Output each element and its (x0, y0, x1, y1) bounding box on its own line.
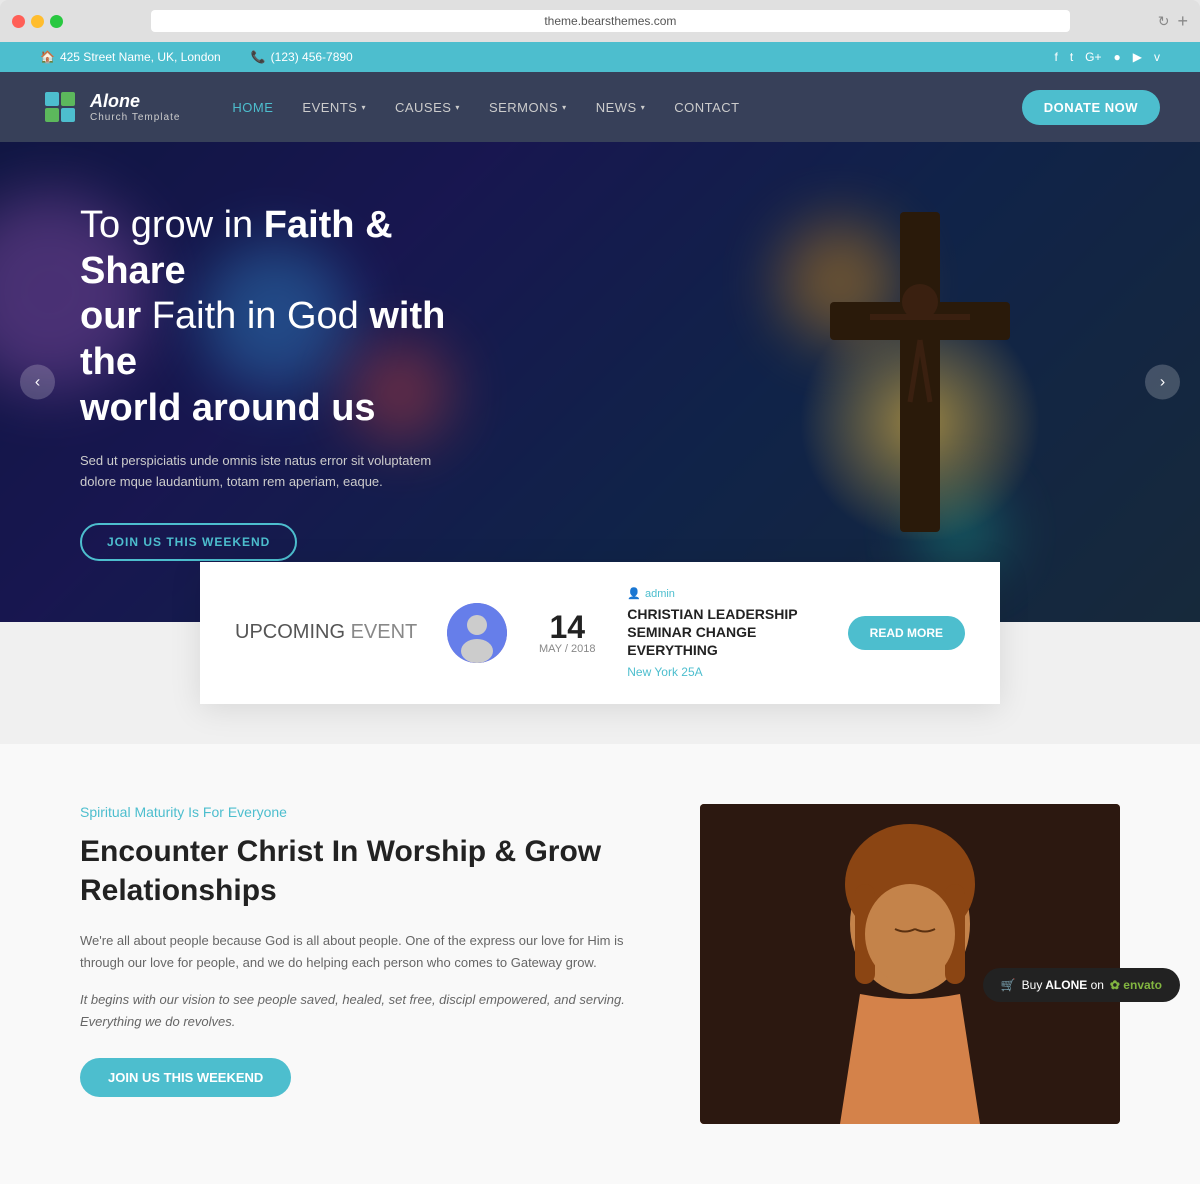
buy-badge[interactable]: 🛒 Buy ALONE on ✿ envato (983, 968, 1180, 1002)
address-text: 425 Street Name, UK, London (60, 50, 221, 64)
hero-cta-button[interactable]: JOIN US THIS WEEKEND (80, 523, 297, 561)
new-tab-button[interactable]: + (1177, 11, 1188, 32)
logo-name: Alone (90, 91, 180, 112)
nav-sermons[interactable]: SERMONS ▾ (477, 80, 579, 135)
minimize-dot[interactable] (31, 15, 44, 28)
nav-news[interactable]: NEWS ▾ (584, 80, 658, 135)
logo-text: Alone Church Template (90, 91, 180, 123)
hero-section: To grow in Faith & Share our Faith in Go… (0, 142, 1200, 622)
youtube-icon[interactable]: ▶ (1133, 50, 1142, 64)
twitter-icon[interactable]: t (1070, 50, 1073, 64)
nav-home[interactable]: HOME (220, 80, 285, 135)
close-dot[interactable] (12, 15, 25, 28)
phone-text: (123) 456-7890 (271, 50, 353, 64)
user-icon: 👤 (627, 587, 641, 600)
upcoming-label: UPCOMING EVENT (235, 621, 417, 644)
hero-title-line3: world around us (80, 387, 376, 429)
event-month: MAY / 2018 (537, 643, 597, 655)
address-icon: 🏠 (40, 50, 55, 64)
section-subtitle: Spiritual Maturity Is For Everyone (80, 804, 640, 820)
events-caret: ▾ (361, 103, 366, 112)
website-content: 🏠 425 Street Name, UK, London 📞 (123) 45… (0, 42, 1200, 1184)
hero-prev-button[interactable]: ‹ (20, 365, 55, 400)
address-info: 🏠 425 Street Name, UK, London (40, 50, 221, 64)
cross-svg (770, 172, 1070, 592)
praying-image (700, 804, 1120, 1124)
refresh-icon[interactable]: ↻ (1158, 13, 1170, 30)
section-image (700, 804, 1120, 1124)
section-cta-button[interactable]: JOIN US THIS WEEKEND (80, 1058, 291, 1097)
googleplus-icon[interactable]: G+ (1085, 50, 1101, 64)
event-date: 14 MAY / 2018 (537, 611, 597, 655)
section-desc-2: It begins with our vision to see people … (80, 989, 640, 1033)
hero-description: Sed ut perspiciatis unde omnis iste natu… (80, 451, 460, 493)
nav-causes[interactable]: CAUSES ▾ (383, 80, 472, 135)
hero-title-line2: our Faith in God with the (80, 295, 445, 383)
causes-caret: ▾ (455, 103, 460, 112)
read-more-button[interactable]: READ MORE (848, 616, 965, 650)
nav-events[interactable]: EVENTS ▾ (290, 80, 378, 135)
event-day: 14 (537, 611, 597, 643)
buy-text: Buy ALONE on (1022, 978, 1104, 992)
event-details: 👤 admin CHRISTIAN LEADERSHIP SEMINAR CHA… (627, 587, 817, 679)
event-author: 👤 admin (627, 587, 817, 600)
topbar: 🏠 425 Street Name, UK, London 📞 (123) 45… (0, 42, 1200, 72)
logo-icon (40, 87, 80, 127)
logo[interactable]: Alone Church Template (40, 72, 180, 142)
envato-icon: ✿ envato (1110, 978, 1162, 992)
section-title: Encounter Christ In Worship & Grow Relat… (80, 832, 640, 910)
phone-info: 📞 (123) 456-7890 (251, 50, 353, 64)
phone-icon: 📞 (251, 50, 266, 64)
navbar: Alone Church Template HOME EVENTS ▾ CAUS… (0, 72, 1200, 142)
section-desc-1: We're all about people because God is al… (80, 930, 640, 974)
nav-menu: HOME EVENTS ▾ CAUSES ▾ SERMONS ▾ NEWS ▾ … (220, 80, 1021, 135)
event-title: CHRISTIAN LEADERSHIP SEMINAR CHANGE EVER… (627, 605, 817, 660)
hero-cross (720, 142, 1120, 622)
event-avatar (447, 603, 507, 663)
section-text: Spiritual Maturity Is For Everyone Encou… (80, 804, 640, 1097)
news-caret: ▾ (641, 103, 646, 112)
pinterest-icon[interactable]: ● (1114, 50, 1121, 64)
hero-title: To grow in Faith & Share our Faith in Go… (80, 203, 500, 431)
vimeo-icon[interactable]: v (1154, 50, 1160, 64)
cart-icon: 🛒 (1001, 978, 1016, 992)
hero-title-line1: To grow in Faith & Share (80, 204, 393, 292)
nav-contact[interactable]: CONTACT (662, 80, 751, 135)
sermons-caret: ▾ (562, 103, 567, 112)
facebook-icon[interactable]: f (1054, 50, 1057, 64)
event-location: New York 25A (627, 665, 817, 679)
hero-content: To grow in Faith & Share our Faith in Go… (0, 203, 580, 561)
maximize-dot[interactable] (50, 15, 63, 28)
upcoming-event-bar: UPCOMING EVENT 14 MAY / 2018 👤 admin (200, 562, 1000, 704)
hero-next-button[interactable]: › (1145, 365, 1180, 400)
address-bar[interactable]: theme.bearsthemes.com (151, 10, 1070, 32)
logo-subtitle: Church Template (90, 112, 180, 123)
browser-window: theme.bearsthemes.com ↻ + 🏠 425 Street N… (0, 0, 1200, 1184)
social-links: f t G+ ● ▶ v (1054, 50, 1160, 64)
encounter-section: Spiritual Maturity Is For Everyone Encou… (0, 744, 1200, 1184)
donate-button[interactable]: DONATE NOW (1022, 90, 1160, 125)
